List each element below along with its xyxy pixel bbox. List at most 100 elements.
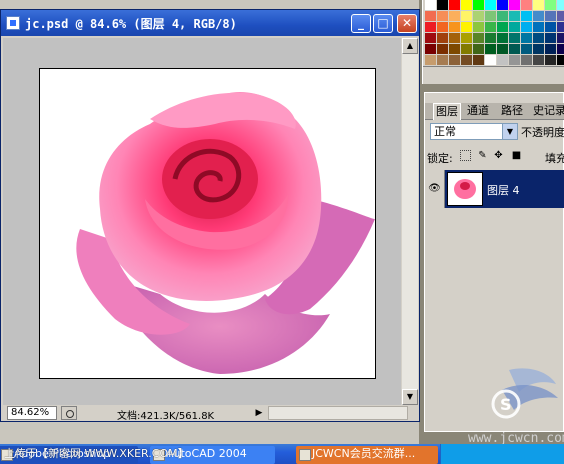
document-titlebar[interactable]: jc.psd @ 84.6% (图层 4, RGB/8) _ □ ✕	[1, 10, 419, 36]
swatch-color[interactable]	[425, 0, 436, 10]
swatch-color[interactable]	[521, 33, 532, 43]
swatch-color[interactable]	[533, 22, 544, 32]
swatch-color[interactable]	[485, 33, 496, 43]
zoom-level-field[interactable]: 84.62%	[7, 406, 57, 420]
swatch-color[interactable]	[437, 11, 448, 21]
swatch-color[interactable]	[449, 44, 460, 54]
swatch-color[interactable]	[485, 44, 496, 54]
swatch-color[interactable]	[473, 22, 484, 32]
swatch-color[interactable]	[509, 22, 520, 32]
swatch-color[interactable]	[473, 11, 484, 21]
eye-icon[interactable]: 👁	[425, 170, 445, 208]
swatch-color[interactable]	[437, 44, 448, 54]
lock-all-icon[interactable]: ■	[511, 150, 522, 161]
close-button[interactable]: ✕	[397, 14, 417, 33]
swatch-color[interactable]	[557, 44, 564, 54]
status-options-icon[interactable]	[61, 406, 77, 420]
swatch-color[interactable]	[449, 0, 460, 10]
swatch-color[interactable]	[545, 33, 556, 43]
swatch-color[interactable]	[545, 22, 556, 32]
swatch-color[interactable]	[545, 55, 556, 65]
blend-mode-select[interactable]: 正常 ▼	[430, 123, 518, 140]
swatch-color[interactable]	[449, 55, 460, 65]
swatch-color[interactable]	[557, 11, 564, 21]
minimize-button[interactable]: _	[351, 14, 371, 33]
maximize-button[interactable]: □	[373, 14, 393, 33]
swatch-color[interactable]	[437, 55, 448, 65]
swatch-color[interactable]	[509, 33, 520, 43]
swatch-color[interactable]	[557, 33, 564, 43]
swatch-color[interactable]	[509, 11, 520, 21]
horizontal-scrollbar[interactable]	[268, 406, 408, 420]
swatch-color[interactable]	[521, 11, 532, 21]
swatch-color[interactable]	[449, 11, 460, 21]
swatch-color[interactable]	[509, 55, 520, 65]
swatch-color[interactable]	[521, 0, 532, 10]
swatch-color[interactable]	[533, 11, 544, 21]
tab-channels[interactable]: 通道	[465, 103, 491, 120]
lock-transparency-icon[interactable]	[460, 150, 471, 161]
swatch-color[interactable]	[485, 0, 496, 10]
swatch-color[interactable]	[461, 55, 472, 65]
swatch-color[interactable]	[461, 33, 472, 43]
swatch-color[interactable]	[473, 0, 484, 10]
tab-layers[interactable]: 图层	[433, 103, 461, 120]
scroll-down-button[interactable]: ▼	[402, 389, 418, 405]
swatch-color[interactable]	[461, 22, 472, 32]
swatch-color[interactable]	[425, 33, 436, 43]
swatch-color[interactable]	[449, 22, 460, 32]
tab-paths[interactable]: 路径	[499, 103, 525, 120]
tab-history[interactable]: 史记录	[531, 103, 564, 120]
swatch-color[interactable]	[521, 55, 532, 65]
swatch-color[interactable]	[545, 11, 556, 21]
swatch-color[interactable]	[509, 44, 520, 54]
swatch-color[interactable]	[425, 55, 436, 65]
swatch-color[interactable]	[461, 44, 472, 54]
swatch-color[interactable]	[461, 11, 472, 21]
system-tray[interactable]	[440, 444, 564, 464]
swatch-color[interactable]	[473, 44, 484, 54]
swatch-color[interactable]	[485, 22, 496, 32]
swatch-color[interactable]	[533, 44, 544, 54]
swatch-color[interactable]	[473, 33, 484, 43]
taskbar-item-chat[interactable]: JCWCN会员交流群...	[296, 446, 438, 464]
swatch-color[interactable]	[437, 33, 448, 43]
lock-paint-icon[interactable]: ✎	[477, 150, 488, 161]
swatch-color[interactable]	[545, 0, 556, 10]
swatch-color[interactable]	[545, 44, 556, 54]
swatch-color[interactable]	[557, 55, 564, 65]
swatch-color[interactable]	[557, 0, 564, 10]
status-menu-arrow-icon[interactable]: ▶	[253, 406, 265, 420]
image-canvas[interactable]	[39, 68, 376, 379]
canvas-area[interactable]	[3, 38, 401, 405]
chevron-down-icon[interactable]: ▼	[502, 124, 517, 139]
layer-row[interactable]: 👁 图层 4	[425, 170, 564, 208]
swatch-color[interactable]	[497, 22, 508, 32]
swatch-color[interactable]	[533, 0, 544, 10]
swatch-color[interactable]	[485, 11, 496, 21]
swatch-color[interactable]	[437, 0, 448, 10]
scroll-up-button[interactable]: ▲	[402, 38, 418, 54]
swatch-color[interactable]	[533, 55, 544, 65]
swatch-grid[interactable]	[425, 0, 564, 65]
vertical-scrollbar[interactable]: ▲ ▼	[402, 38, 418, 405]
swatch-color[interactable]	[509, 0, 520, 10]
swatch-color[interactable]	[449, 33, 460, 43]
swatch-color[interactable]	[461, 0, 472, 10]
swatch-color[interactable]	[425, 22, 436, 32]
swatch-color[interactable]	[497, 44, 508, 54]
swatch-color[interactable]	[473, 55, 484, 65]
swatch-color[interactable]	[485, 55, 496, 65]
swatch-color[interactable]	[425, 44, 436, 54]
swatch-color[interactable]	[425, 11, 436, 21]
swatch-color[interactable]	[557, 22, 564, 32]
swatch-color[interactable]	[497, 11, 508, 21]
swatch-color[interactable]	[497, 0, 508, 10]
swatch-color[interactable]	[533, 33, 544, 43]
swatch-color[interactable]	[497, 55, 508, 65]
lock-move-icon[interactable]: ✥	[493, 150, 504, 161]
swatch-color[interactable]	[497, 33, 508, 43]
swatch-color[interactable]	[521, 44, 532, 54]
swatch-color[interactable]	[437, 22, 448, 32]
swatch-color[interactable]	[521, 22, 532, 32]
